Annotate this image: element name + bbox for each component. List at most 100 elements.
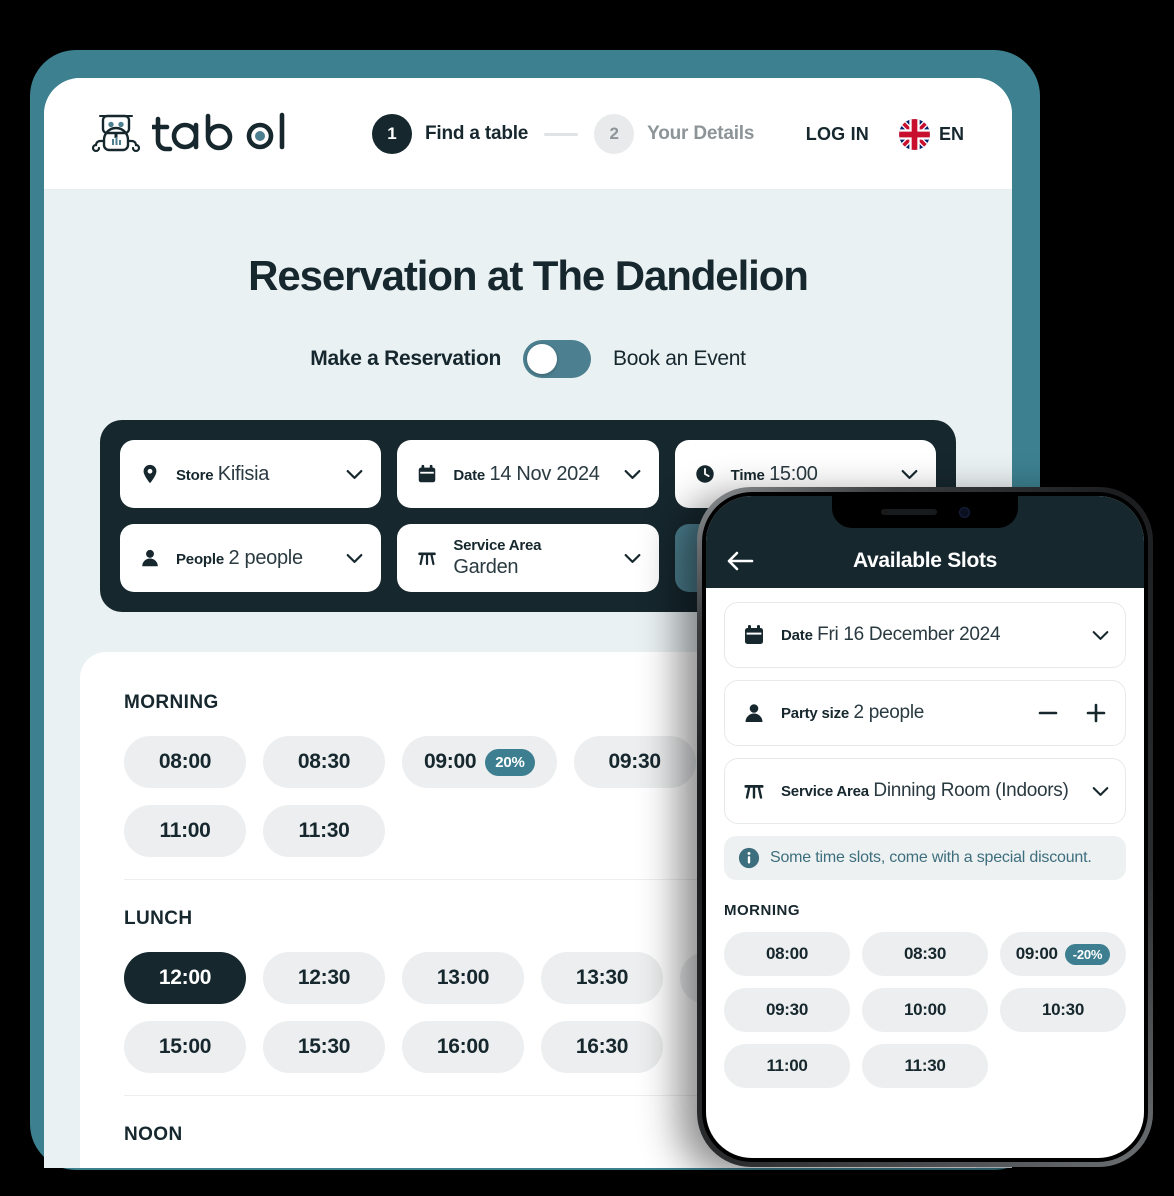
time-slot[interactable]: 08:00 (124, 736, 246, 788)
slot-time: 11:00 (766, 1056, 808, 1075)
phone-page-title: Available Slots (852, 549, 998, 572)
brand-logo[interactable] (90, 108, 300, 160)
time-slot[interactable]: 11:00 (724, 1044, 850, 1088)
discount-info-banner: Some time slots, come with a special dis… (724, 836, 1126, 880)
slot-time: 15:00 (158, 1035, 212, 1058)
slot-time: 08:00 (158, 750, 212, 773)
chevron-down-icon[interactable] (1092, 630, 1109, 641)
field-label: Date (781, 626, 813, 644)
field-people[interactable]: People 2 people (120, 524, 382, 592)
slot-time: 08:30 (297, 750, 351, 773)
minus-icon (1038, 711, 1058, 715)
chevron-down-icon (346, 469, 363, 479)
location-pin-icon (138, 461, 162, 487)
field-value: Garden (453, 555, 519, 578)
reservation-type-toggle[interactable] (523, 340, 591, 378)
step-number: 1 (372, 114, 412, 154)
field-label: Store (176, 466, 214, 484)
field-value: 2 people (853, 701, 925, 723)
slot-time: 12:30 (297, 966, 351, 989)
info-banner-text: Some time slots, come with a special dis… (770, 849, 1092, 866)
chevron-down-icon (346, 553, 363, 563)
time-slot[interactable]: 11:30 (862, 1044, 988, 1088)
phone-mockup: Available Slots Date Fri 16 December 202… (697, 487, 1153, 1167)
field-label: Service Area (453, 536, 542, 554)
robot-icon (91, 114, 141, 153)
time-slot-discounted[interactable]: 09:00 -20% (1000, 932, 1126, 976)
time-slot[interactable]: 11:30 (263, 805, 385, 857)
chevron-down-icon[interactable] (1092, 786, 1109, 797)
brand-wordmark (152, 112, 285, 152)
slot-time: 09:30 (766, 1000, 808, 1019)
slot-time: 08:30 (904, 944, 946, 963)
field-date[interactable]: Date 14 Nov 2024 (397, 440, 659, 508)
field-value: Kifisia (217, 462, 270, 485)
toggle-label-event[interactable]: Book an Event (613, 347, 746, 371)
time-slot[interactable]: 11:00 (124, 805, 246, 857)
time-slot[interactable]: 13:00 (402, 952, 524, 1004)
party-size-stepper (1035, 700, 1109, 726)
step-separator (544, 132, 579, 136)
field-label: Date (453, 466, 486, 484)
language-selector[interactable]: EN (898, 118, 964, 150)
field-label: Service Area (781, 782, 869, 800)
field-value: Fri 16 December 2024 (817, 623, 1001, 645)
field-value: Dinning Room (Indoors) (873, 779, 1069, 801)
person-icon (138, 545, 162, 571)
login-button[interactable]: LOG IN (806, 124, 869, 145)
speaker-grille-icon (880, 509, 937, 515)
slot-time: 13:00 (436, 966, 490, 989)
phone-field-party-size[interactable]: Party size 2 people (724, 680, 1126, 746)
step-label: Find a table (425, 123, 529, 144)
time-slot[interactable]: 15:30 (263, 1021, 385, 1073)
time-slot[interactable]: 09:30 (573, 736, 696, 788)
time-slot[interactable]: 08:30 (862, 932, 988, 976)
slot-time: 08:00 (766, 944, 808, 963)
field-service-area[interactable]: Service Area Garden (397, 524, 659, 592)
decrement-button[interactable] (1035, 700, 1061, 726)
calendar-icon (415, 461, 439, 487)
field-label: People (176, 550, 224, 568)
reservation-type-toggle-row: Make a Reservation Book an Event (44, 340, 1012, 378)
time-slot[interactable]: 10:00 (862, 988, 988, 1032)
step-number: 2 (594, 114, 635, 154)
arrow-left-icon[interactable] (726, 550, 754, 572)
slot-time: 11:30 (298, 819, 350, 842)
time-slot[interactable]: 13:30 (541, 952, 663, 1004)
field-label: Party size (781, 704, 850, 722)
time-slot-selected[interactable]: 12:00 (124, 952, 246, 1004)
discount-badge: -20% (1064, 943, 1111, 965)
slot-time: 10:00 (904, 1000, 946, 1019)
time-slot[interactable]: 15:00 (124, 1021, 246, 1073)
phone-screen: Available Slots Date Fri 16 December 202… (706, 496, 1144, 1158)
time-slot-discounted[interactable]: 09:00 20% (402, 736, 557, 788)
field-label: Time (730, 466, 765, 484)
time-slot[interactable]: 16:30 (541, 1021, 663, 1073)
phone-slot-grid: 08:00 08:30 09:00 -20% 09:30 10:00 10:30 … (724, 932, 1126, 1088)
info-icon (738, 847, 760, 869)
step-indicator: 1 Find a table 2 Your Details (372, 114, 754, 154)
time-slot[interactable]: 08:00 (724, 932, 850, 976)
scene: 1 Find a table 2 Your Details LOG IN EN … (0, 0, 1174, 1196)
time-slot[interactable]: 12:30 (263, 952, 385, 1004)
plus-icon (1086, 703, 1106, 723)
page-title: Reservation at The Dandelion (248, 252, 809, 299)
toggle-knob (527, 344, 557, 374)
chevron-down-icon (624, 553, 641, 563)
slot-time: 11:30 (904, 1056, 946, 1075)
time-slot[interactable]: 09:30 (724, 988, 850, 1032)
step-your-details[interactable]: 2 Your Details (594, 114, 754, 154)
toggle-label-reservation[interactable]: Make a Reservation (310, 347, 501, 371)
slot-time: 16:00 (436, 1035, 490, 1058)
time-slot[interactable]: 16:00 (402, 1021, 524, 1073)
slot-time: 12:00 (158, 966, 212, 989)
increment-button[interactable] (1083, 700, 1109, 726)
phone-field-service-area[interactable]: Service Area Dinning Room (Indoors) (724, 758, 1126, 824)
time-slot[interactable]: 08:30 (263, 736, 385, 788)
phone-field-date[interactable]: Date Fri 16 December 2024 (724, 602, 1126, 668)
header-actions: LOG IN EN (806, 118, 964, 150)
phone-content: Date Fri 16 December 2024 Party size 2 p… (706, 588, 1144, 1088)
time-slot[interactable]: 10:30 (1000, 988, 1126, 1032)
field-store[interactable]: Store Kifisia (120, 440, 382, 508)
step-find-a-table[interactable]: 1 Find a table (372, 114, 528, 154)
